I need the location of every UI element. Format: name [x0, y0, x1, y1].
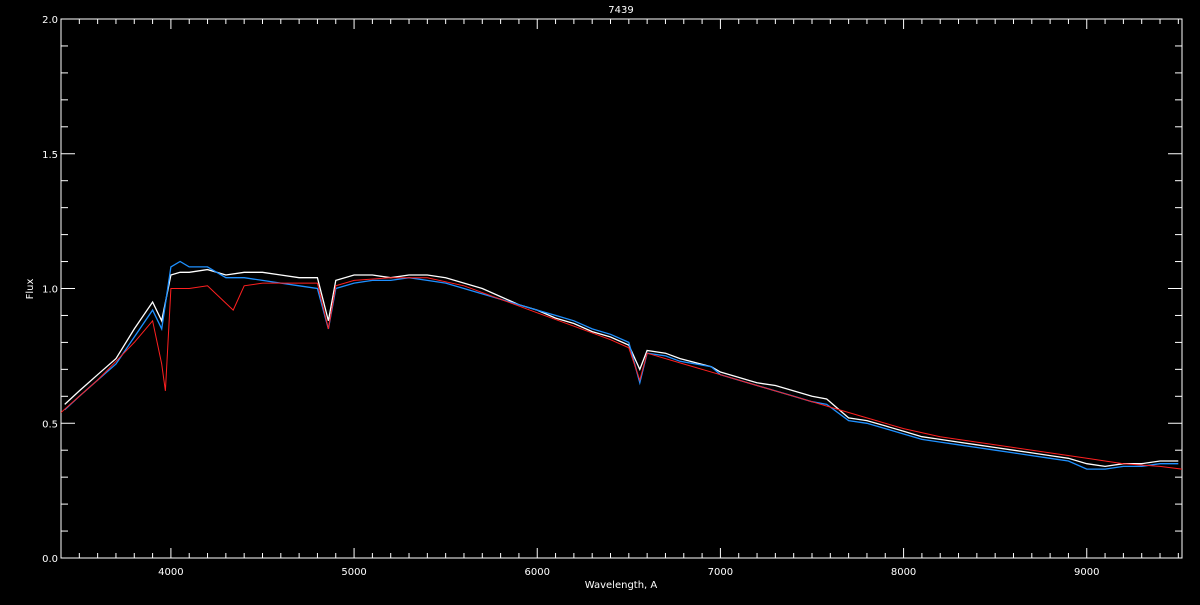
series-line-1 [64, 268, 1179, 468]
y-axis-label: Flux [25, 279, 36, 300]
plot-frame [60, 18, 1183, 559]
x-tick-label: 4000 [158, 567, 183, 578]
y-tick-label: 1.5 [42, 150, 58, 161]
y-tick-label: 1.0 [42, 285, 58, 296]
series-line-2 [64, 260, 1179, 470]
x-tick-label: 8000 [891, 567, 916, 578]
x-tick-label: 9000 [1074, 567, 1099, 578]
series-line-3 [61, 277, 1182, 470]
x-tick-label: 6000 [525, 567, 550, 578]
chart-title: 7439 [608, 5, 633, 16]
y-tick-label: 2.0 [42, 15, 58, 26]
spectrum-plot: 4000 5000 6000 7000 8000 90000.00.51.01.52.0 … [25, 5, 1183, 591]
y-tick-label: 0.5 [42, 419, 58, 430]
y-tick-label: 0.0 [42, 554, 58, 565]
axis-ticks: 4000 5000 6000 7000 8000 9000 0.0 0.5 1.0 1.5 2.0 [42, 15, 1182, 578]
x-axis-label: Wavelength, A [585, 580, 658, 591]
x-tick-label: 7000 [708, 567, 733, 578]
series-layer [61, 260, 1182, 470]
spectrum-chart: 4000 5000 6000 7000 8000 9000 0.0 0.5 1.0 1.5 2.0 … [0, 0, 1200, 600]
x-tick-label: 5000 [341, 567, 366, 578]
